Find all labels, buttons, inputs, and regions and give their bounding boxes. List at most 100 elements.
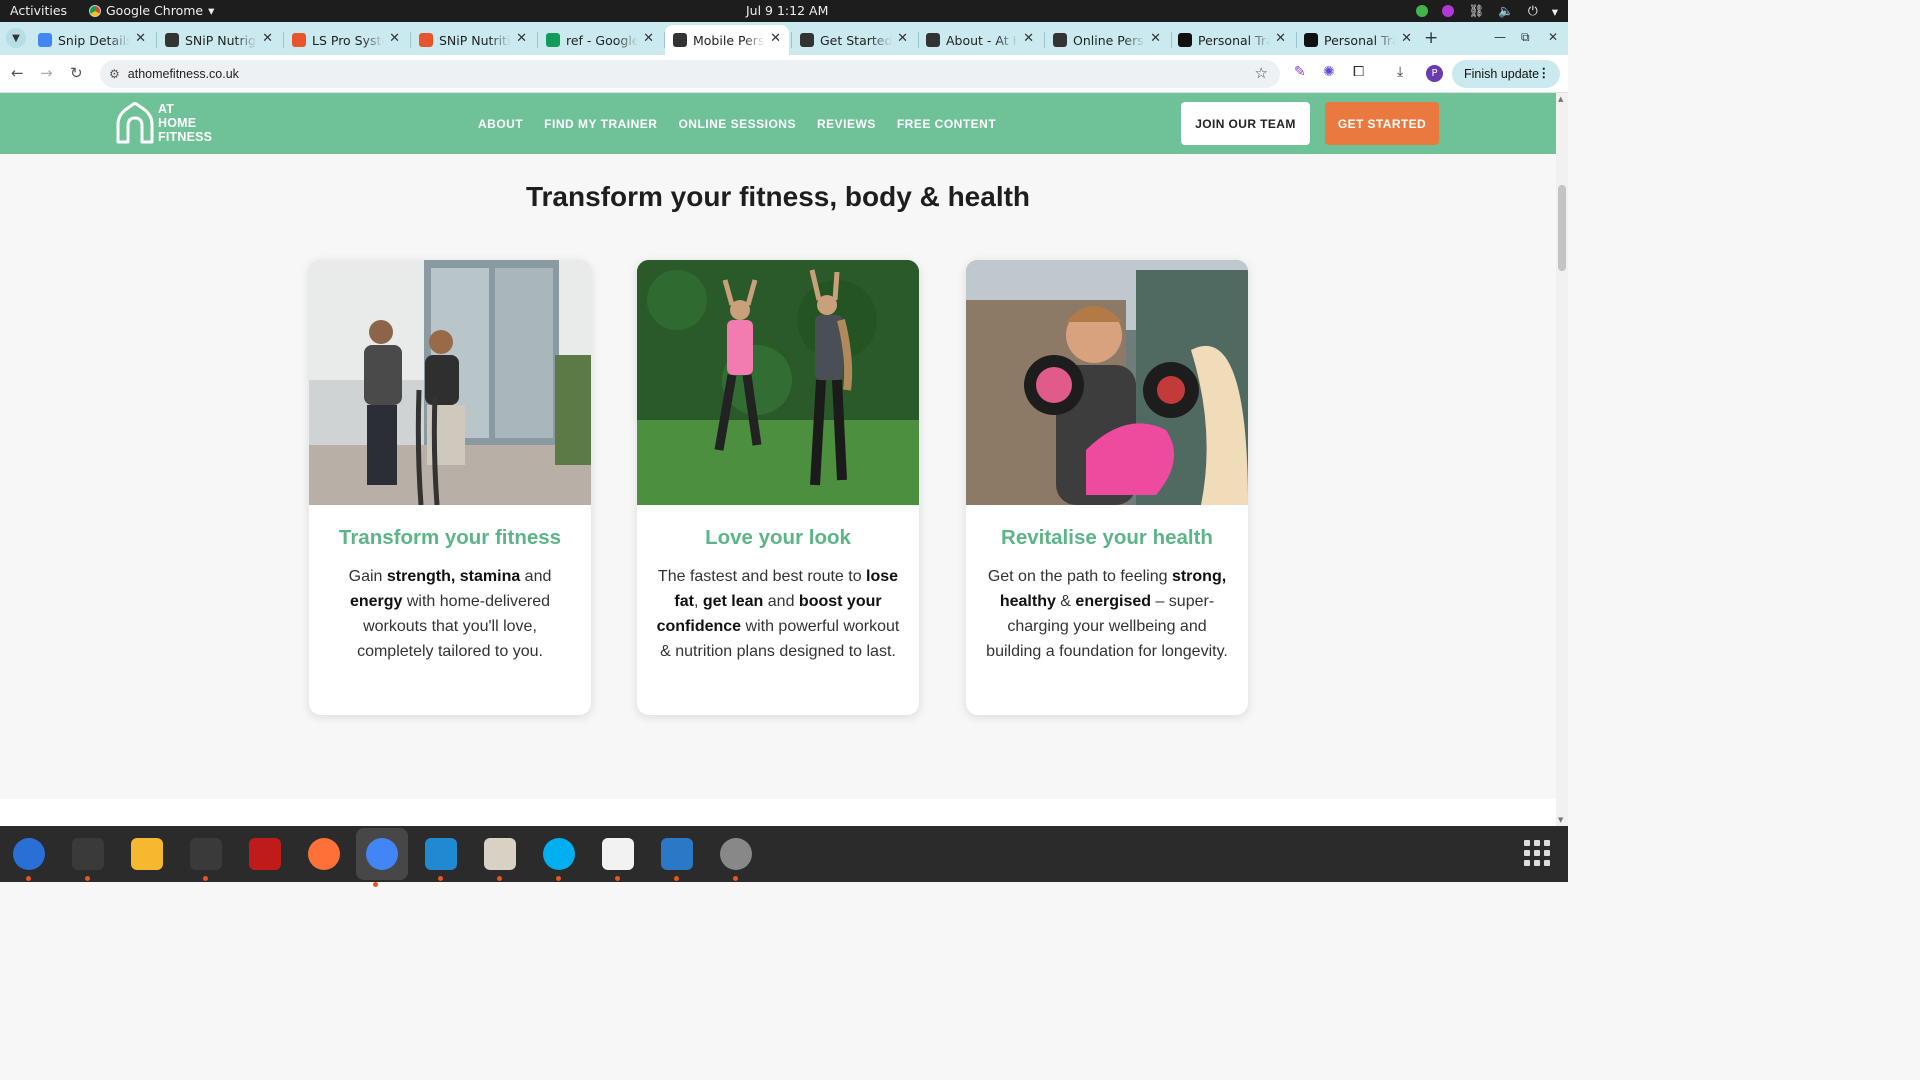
tab-close-icon[interactable]: ✕ bbox=[135, 31, 146, 46]
chevron-down-icon: ▼ bbox=[12, 32, 20, 44]
finish-update-button[interactable]: Finish update ⋮ bbox=[1452, 60, 1560, 88]
tab-close-icon[interactable]: ✕ bbox=[1150, 31, 1161, 46]
browser-tab[interactable]: Snip Details ✕ bbox=[30, 25, 154, 55]
scroll-up-icon[interactable]: ▲ bbox=[1558, 95, 1563, 103]
filezilla-icon-glyph bbox=[249, 838, 281, 870]
tab-close-icon[interactable]: ✕ bbox=[389, 31, 400, 46]
address-bar[interactable]: ⚙ athomefitness.co.uk ☆ bbox=[100, 60, 1280, 88]
vscode-icon-glyph bbox=[425, 838, 457, 870]
chrome-icon[interactable] bbox=[356, 828, 408, 887]
join-our-team-button[interactable]: JOIN OUR TEAM bbox=[1181, 102, 1310, 145]
tab-search-button[interactable]: ▼ bbox=[6, 28, 26, 48]
minimize-icon[interactable]: — bbox=[1494, 30, 1506, 44]
vscode-icon[interactable] bbox=[421, 834, 461, 881]
site-header: AT HOME FITNESS ABOUT FIND MY TRAINER ON… bbox=[0, 93, 1556, 154]
power-icon[interactable]: ⏻ bbox=[1528, 3, 1538, 19]
running-indicator bbox=[615, 876, 620, 881]
card-text: Gain strength, stamina and energy with h… bbox=[328, 564, 572, 664]
tab-close-icon[interactable]: ✕ bbox=[1401, 31, 1412, 46]
tab-title: Personal Tra bbox=[1198, 32, 1270, 48]
system-monitor-icon-glyph bbox=[190, 838, 222, 870]
boxing-pads-photo bbox=[966, 260, 1248, 505]
webpage: AT HOME FITNESS ABOUT FIND MY TRAINER ON… bbox=[0, 93, 1556, 826]
browser-tab[interactable]: Get Started ✕ bbox=[792, 25, 916, 55]
site-logo[interactable]: AT HOME FITNESS bbox=[116, 102, 212, 144]
restore-icon[interactable]: ⧉ bbox=[1521, 30, 1530, 45]
back-icon[interactable]: ← bbox=[11, 64, 24, 82]
thunderbird-icon[interactable] bbox=[9, 834, 49, 881]
card-text: The fastest and best route to lose fat, … bbox=[656, 564, 900, 664]
tab-close-icon[interactable]: ✕ bbox=[1275, 31, 1286, 46]
update-status-icon[interactable] bbox=[1416, 5, 1429, 17]
reload-icon[interactable]: ↻ bbox=[70, 64, 83, 82]
tab-close-icon[interactable]: ✕ bbox=[770, 31, 781, 46]
download-icon[interactable]: ⤓ bbox=[1397, 64, 1403, 80]
browser-tab[interactable]: LS Pro Syste ✕ bbox=[284, 25, 408, 55]
site-info-icon[interactable]: ⚙ bbox=[109, 67, 120, 81]
close-window-icon[interactable]: ✕ bbox=[1548, 30, 1558, 44]
browser-toolbar: ← → ↻ ⚙ athomefitness.co.uk ☆ ✎ ✺ ⧠ ⤓ P … bbox=[0, 55, 1568, 93]
bookmark-star-icon[interactable]: ☆ bbox=[1255, 64, 1268, 82]
nav-reviews[interactable]: REVIEWS bbox=[817, 117, 876, 131]
network-icon[interactable]: ⛓ bbox=[1468, 3, 1484, 19]
menu-kebab-icon[interactable]: ⋮ bbox=[1538, 65, 1551, 80]
terminal-icon[interactable] bbox=[68, 834, 108, 881]
firefox-icon[interactable] bbox=[304, 834, 344, 874]
app-indicator-icon[interactable] bbox=[1442, 5, 1455, 17]
system-tray[interactable]: ⛓ 🔈 ⏻ ▾ bbox=[1416, 3, 1558, 19]
writer-icon[interactable] bbox=[657, 834, 697, 881]
terminal-icon-glyph bbox=[72, 838, 104, 870]
card-title: Transform your fitness bbox=[338, 526, 562, 549]
tab-close-icon[interactable]: ✕ bbox=[1023, 31, 1034, 46]
chevron-down-icon[interactable]: ▾ bbox=[1552, 4, 1558, 19]
disk-icon[interactable] bbox=[716, 834, 756, 881]
system-monitor-icon[interactable] bbox=[186, 834, 226, 881]
volume-icon[interactable]: 🔈 bbox=[1498, 3, 1514, 19]
tab-close-icon[interactable]: ✕ bbox=[516, 31, 527, 46]
system-top-bar: Activities Google Chrome ▾ Jul 9 1:12 AM… bbox=[0, 0, 1568, 22]
finish-update-label: Finish update bbox=[1464, 67, 1540, 81]
tab-close-icon[interactable]: ✕ bbox=[897, 31, 908, 46]
browser-tab[interactable]: SNiP Nutritio ✕ bbox=[411, 25, 535, 55]
files-icon[interactable] bbox=[480, 834, 520, 881]
tab-close-icon[interactable]: ✕ bbox=[262, 31, 273, 46]
logo-line: HOME bbox=[158, 116, 197, 130]
browser-tab[interactable]: About - At H ✕ bbox=[918, 25, 1042, 55]
scroll-down-icon[interactable]: ▼ bbox=[1558, 816, 1563, 824]
card-title: Revitalise your health bbox=[1001, 526, 1213, 549]
running-indicator bbox=[438, 876, 443, 881]
nav-online-sessions[interactable]: ONLINE SESSIONS bbox=[678, 117, 796, 131]
browser-tab[interactable]: Personal Tra ✕ bbox=[1296, 25, 1420, 55]
activities-button[interactable]: Activities bbox=[10, 3, 67, 18]
tab-title: Personal Tra bbox=[1324, 32, 1396, 48]
nav-find-my-trainer[interactable]: FIND MY TRAINER bbox=[544, 117, 657, 131]
browser-tab[interactable]: SNiP Nutrigi ✕ bbox=[157, 25, 281, 55]
profile-avatar[interactable]: P bbox=[1426, 65, 1443, 82]
app-menu[interactable]: Google Chrome ▾ bbox=[89, 3, 214, 18]
tab-title: LS Pro Syste bbox=[312, 32, 384, 48]
garden-workout-photo bbox=[637, 260, 919, 505]
new-tab-button[interactable]: + bbox=[1424, 28, 1438, 48]
extensions-puzzle-icon[interactable]: ⧠ bbox=[1353, 64, 1364, 80]
browser-tab[interactable]: Personal Tra ✕ bbox=[1170, 25, 1294, 55]
ai-extension-icon[interactable]: ✺ bbox=[1323, 64, 1335, 80]
filezilla-icon[interactable] bbox=[245, 834, 285, 874]
writer-icon-glyph bbox=[661, 838, 693, 870]
forward-icon[interactable]: → bbox=[40, 64, 53, 82]
text-editor-icon[interactable] bbox=[598, 834, 638, 881]
tab-close-icon[interactable]: ✕ bbox=[643, 31, 654, 46]
browser-tab[interactable]: Mobile Pers ✕ bbox=[665, 25, 789, 55]
page-scrollbar[interactable]: ▲ ▼ bbox=[1556, 93, 1568, 826]
pen-extension-icon[interactable]: ✎ bbox=[1294, 64, 1306, 80]
browser-tab[interactable]: ref - Google ✕ bbox=[538, 25, 662, 55]
get-started-button[interactable]: GET STARTED bbox=[1325, 102, 1439, 145]
browser-tab[interactable]: Online Perso ✕ bbox=[1045, 25, 1169, 55]
nav-free-content[interactable]: FREE CONTENT bbox=[897, 117, 996, 131]
show-apps-icon[interactable] bbox=[1524, 840, 1550, 866]
url-text[interactable]: athomefitness.co.uk bbox=[128, 67, 239, 81]
nav-about[interactable]: ABOUT bbox=[478, 117, 523, 131]
clock[interactable]: Jul 9 1:12 AM bbox=[746, 3, 828, 18]
calculator-icon[interactable] bbox=[127, 834, 167, 874]
skype-icon[interactable] bbox=[539, 834, 579, 881]
scrollbar-thumb[interactable] bbox=[1558, 185, 1566, 271]
